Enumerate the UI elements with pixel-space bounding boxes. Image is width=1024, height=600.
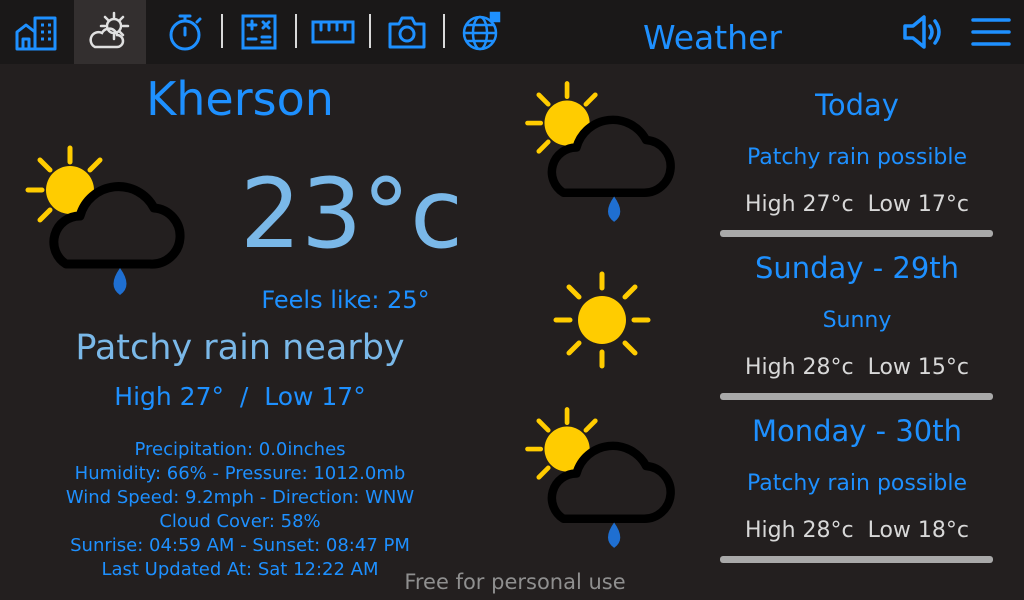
forecast-condition: Patchy rain possible bbox=[746, 471, 968, 496]
sun-cloud-rain-icon bbox=[525, 81, 675, 222]
watermark-text: Free for personal use bbox=[404, 570, 626, 594]
city-name: Kherson bbox=[146, 72, 334, 126]
forecast-icon-today bbox=[515, 76, 685, 240]
nav-home-button[interactable] bbox=[0, 0, 72, 64]
page-title: Weather bbox=[643, 18, 782, 57]
forecast-day: Monday - 30th bbox=[751, 414, 963, 448]
forecast-high-low: High 27°c Low 17°c bbox=[744, 192, 970, 217]
forecast-day: Sunday - 29th bbox=[754, 251, 960, 285]
calculator-icon bbox=[241, 14, 277, 50]
feels-like: Feels like: 25° bbox=[261, 286, 430, 314]
detail-cloud-cover: Cloud Cover: 58% bbox=[159, 511, 321, 532]
menu-icon bbox=[971, 18, 1011, 46]
current-temperature: 23°c bbox=[240, 158, 463, 270]
sun-cloud-rain-icon bbox=[25, 145, 185, 295]
current-condition: Patchy rain nearby bbox=[75, 328, 405, 368]
sun-icon bbox=[553, 271, 651, 369]
speaker-icon bbox=[903, 15, 941, 49]
nav-camera-button[interactable] bbox=[371, 0, 443, 64]
forecast-high-low: High 28°c Low 15°c bbox=[744, 355, 970, 380]
current-high-low: High 27° / Low 17° bbox=[114, 382, 366, 411]
detail-humidity-pressure: Humidity: 66% - Pressure: 1012.0mb bbox=[74, 463, 406, 484]
nav-weather-button[interactable] bbox=[74, 0, 146, 64]
top-bar: Weather bbox=[0, 0, 1024, 64]
ruler-icon bbox=[311, 20, 355, 44]
sun-cloud-rain-icon bbox=[525, 407, 675, 548]
stopwatch-icon bbox=[169, 14, 202, 51]
forecast-divider bbox=[720, 556, 993, 563]
forecast-divider bbox=[720, 393, 993, 400]
volume-button[interactable] bbox=[900, 12, 948, 56]
forecast-divider bbox=[720, 230, 993, 237]
nav-globe-button[interactable] bbox=[445, 0, 517, 64]
weather-details: Precipitation: 0.0inches Humidity: 66% -… bbox=[40, 438, 440, 582]
detail-last-updated: Last Updated At: Sat 12:22 AM bbox=[101, 559, 379, 580]
detail-precipitation: Precipitation: 0.0inches bbox=[134, 439, 346, 460]
nav-calculator-button[interactable] bbox=[223, 0, 295, 64]
weather-icon bbox=[89, 11, 130, 49]
nav-stopwatch-button[interactable] bbox=[149, 0, 221, 64]
forecast-icon-sunday bbox=[552, 270, 652, 374]
forecast-day: Today bbox=[815, 88, 899, 122]
forecast-condition: Sunny bbox=[822, 308, 892, 333]
detail-wind: Wind Speed: 9.2mph - Direction: WNW bbox=[65, 487, 415, 508]
forecast-condition: Patchy rain possible bbox=[746, 145, 968, 170]
globe-icon bbox=[462, 11, 501, 51]
detail-sunrise-sunset: Sunrise: 04:59 AM - Sunset: 08:47 PM bbox=[70, 535, 410, 556]
current-weather-icon bbox=[20, 140, 190, 314]
nav-ruler-button[interactable] bbox=[297, 0, 369, 64]
forecast-icon-monday bbox=[515, 402, 685, 566]
camera-icon bbox=[388, 16, 426, 49]
forecast-high-low: High 28°c Low 18°c bbox=[744, 518, 970, 543]
building-icon bbox=[15, 16, 57, 51]
menu-button[interactable] bbox=[970, 16, 1012, 52]
